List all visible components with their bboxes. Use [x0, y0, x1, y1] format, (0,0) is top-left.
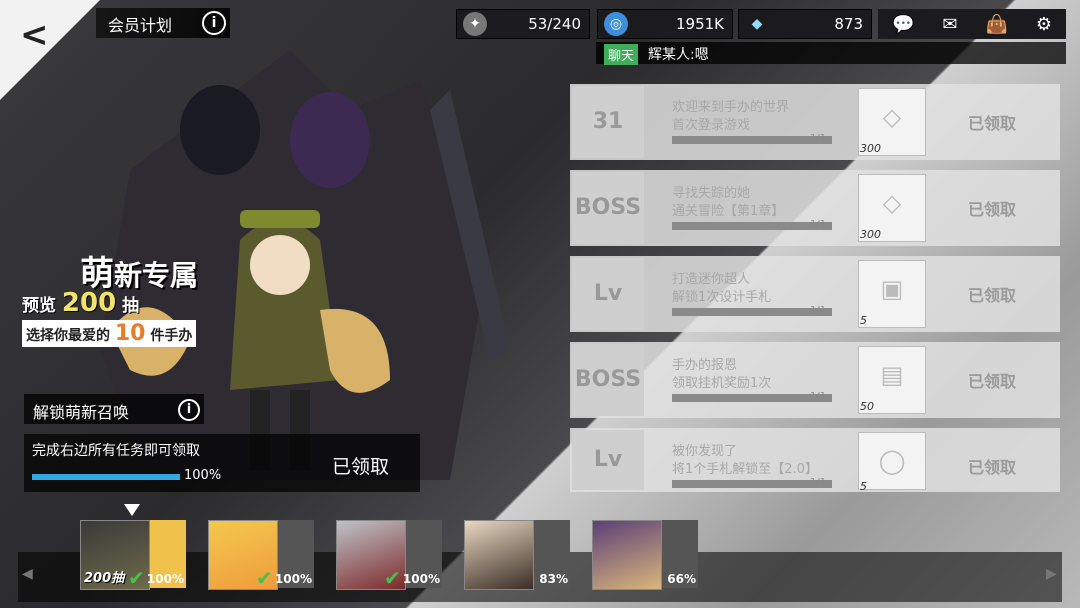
task-claimed-button[interactable]: 已领取 [968, 110, 1016, 134]
stamina-icon: ✦ [463, 12, 487, 36]
stage-percent: 100% [402, 572, 440, 586]
stage-percent: 66% [667, 572, 696, 586]
promo-line3-number: 10 [114, 321, 146, 346]
chat-channel-badge: 聊天 [604, 44, 639, 65]
task-count: 1/1 [810, 305, 827, 316]
stage-draw-label: 200抽 [84, 571, 125, 586]
figure-head-icon[interactable]: ◯ [858, 432, 926, 490]
task-row: BOSS 寻找失踪的她 通关冒险【第1章】 1/1 ◇ 300 已领取 [570, 170, 1060, 246]
stage-chip[interactable]: 200抽 ✔ 100% [80, 520, 186, 590]
reward-qty: 300 [860, 228, 881, 241]
task-row: 31 欢迎来到手办的世界 首次登录游戏 1/1 ◇ 300 已领取 [570, 84, 1060, 160]
level-icon: Lv [572, 430, 644, 490]
checkmark-icon: ✔ [384, 566, 401, 590]
stamina-counter[interactable]: ✦ 53/240 [456, 9, 590, 39]
boss-icon: BOSS [572, 172, 644, 244]
diamond-icon: ◆ [751, 16, 763, 32]
bottle-icon[interactable]: ▣ [858, 260, 926, 328]
back-button[interactable] [0, 0, 100, 100]
stage-avatar [464, 520, 534, 590]
reward-claim-button[interactable]: 已领取 [332, 452, 389, 479]
task-claimed-button[interactable]: 已领取 [968, 454, 1016, 478]
task-row: Lv 被你发现了 将1个手札解锁至【2.0】 1/1 ◯ 5 已领取 [570, 428, 1060, 493]
reward-qty: 300 [860, 142, 881, 155]
task-title: 打造迷你超人 [672, 272, 751, 287]
unlock-info-icon[interactable]: i [178, 399, 200, 421]
selection-indicator-icon [124, 504, 140, 516]
checkmark-icon: ✔ [128, 566, 145, 590]
task-title: 寻找失踪的她 [672, 186, 751, 201]
promo-line2-prefix: 预览 [22, 296, 56, 316]
task-subtitle: 将1个手札解锁至【2.0】 [672, 462, 818, 477]
reward-progress-text: 100% [184, 468, 222, 483]
task-title: 欢迎来到手办的世界 [672, 100, 790, 115]
coin-counter[interactable]: ◎ 1951K [597, 9, 733, 39]
reward-description: 完成右边所有任务即可领取 [32, 443, 200, 459]
task-progress-bar [672, 480, 832, 488]
reward-qty: 5 [860, 480, 867, 493]
promo-line3-suffix: 件手办 [150, 328, 193, 344]
calendar-icon: 31 [572, 86, 644, 158]
stage-chip[interactable]: 66% [592, 520, 698, 590]
promo-line2-number: 200 [61, 288, 117, 318]
bag-icon[interactable]: 👜 [985, 14, 1007, 35]
task-count: 1/1 [810, 219, 827, 230]
arrow-left-icon[interactable]: ◀ [22, 566, 33, 582]
task-progress-bar [672, 222, 832, 230]
stage-percent: 83% [539, 572, 568, 586]
promo-line3-prefix: 选择你最爱的 [26, 328, 110, 344]
task-count: 1/1 [810, 133, 827, 144]
info-icon[interactable]: i [202, 11, 226, 35]
stage-percent: 100% [146, 572, 184, 586]
checkmark-icon: ✔ [256, 566, 273, 590]
task-progress-bar [672, 394, 832, 402]
promo-line2-suffix: 抽 [122, 296, 140, 316]
stage-percent: 100% [274, 572, 312, 586]
chat-message: 辉某人:嗯 [648, 47, 709, 63]
mail-icon[interactable]: ✉ [942, 14, 957, 35]
promo-line3: 选择你最爱的 10 件手办 [22, 320, 197, 347]
coin-icon: ◎ [604, 12, 628, 36]
stage-chip[interactable]: 83% [464, 520, 570, 590]
task-row: BOSS 手办的报恩 领取挂机奖励1次 1/1 ▤ 50 已领取 [570, 342, 1060, 418]
task-progress-bar [672, 308, 832, 316]
task-title: 手办的报恩 [672, 358, 738, 373]
reward-progress-bar [32, 474, 180, 480]
stamina-value: 53/240 [528, 15, 581, 33]
task-row: Lv 打造迷你超人 解锁1次设计手札 1/1 ▣ 5 已领取 [570, 256, 1060, 332]
unlock-label: 解锁萌新召唤 [33, 403, 130, 422]
task-count: 1/1 [810, 391, 827, 402]
promo-line2: 预览 200 抽 [22, 288, 139, 318]
chat-icon[interactable]: 💬 [892, 14, 914, 35]
stage-chip[interactable]: ✔ 100% [208, 520, 314, 590]
diamond-value: 873 [834, 15, 863, 33]
settings-icon[interactable]: ⚙ [1036, 14, 1052, 35]
stage-avatar [592, 520, 662, 590]
boss-icon: BOSS [572, 344, 644, 416]
reward-qty: 5 [860, 314, 867, 327]
reward-qty: 50 [860, 400, 874, 413]
task-subtitle: 通关冒险【第1章】 [672, 204, 785, 219]
diamond-counter[interactable]: ◆ 873 [738, 9, 872, 39]
task-count: 1/1 [810, 477, 827, 488]
task-claimed-button[interactable]: 已领取 [968, 282, 1016, 306]
page-title: 会员计划 [108, 16, 173, 35]
stage-chip[interactable]: ✔ 100% [336, 520, 442, 590]
task-claimed-button[interactable]: 已领取 [968, 196, 1016, 220]
coin-value: 1951K [675, 15, 724, 33]
task-claimed-button[interactable]: 已领取 [968, 368, 1016, 392]
task-subtitle: 领取挂机奖励1次 [672, 376, 772, 391]
arrow-right-icon[interactable]: ▶ [1046, 566, 1057, 582]
task-subtitle: 解锁1次设计手札 [672, 290, 772, 305]
top-icon-bar: 💬 ✉ 👜 ⚙ [878, 9, 1066, 39]
level-icon: Lv [572, 258, 644, 330]
task-progress-bar [672, 136, 832, 144]
chevron-left-icon[interactable]: < [20, 18, 49, 52]
task-subtitle: 首次登录游戏 [672, 118, 751, 133]
task-title: 被你发现了 [672, 444, 738, 459]
